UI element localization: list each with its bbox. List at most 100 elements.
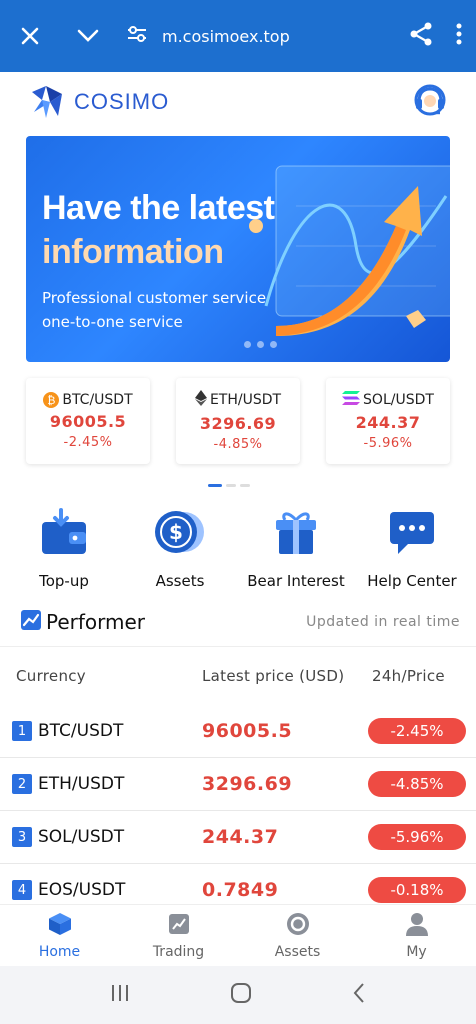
chat-bubble-icon (382, 502, 442, 562)
chevron-down-icon[interactable] (72, 20, 104, 52)
url-text[interactable]: m.cosimoex.top (162, 27, 290, 46)
action-assets[interactable]: $ Assets (122, 502, 238, 598)
banner-dot[interactable] (270, 341, 277, 348)
table-row[interactable]: 2 ETH/USDT 3296.69 -4.85% (0, 758, 476, 811)
action-label: Bear Interest (247, 572, 345, 590)
quick-actions: Top-up $ Assets Bear Interest Help Cente… (0, 502, 476, 598)
ticker-pair: ETH/USDT (209, 392, 282, 408)
pager-active (208, 484, 222, 487)
ticker-card-btc[interactable]: ₿ BTC/USDT 96005.5 -2.45% (26, 378, 150, 464)
change-badge: -0.18% (368, 877, 466, 903)
change-badge: -2.45% (368, 718, 466, 744)
performer-section-header: Performer Updated in real time (20, 606, 460, 638)
ticker-change: -4.85% (213, 437, 263, 452)
nav-label: My (406, 943, 427, 960)
nav-label: Trading (152, 943, 205, 960)
pager-dot (226, 484, 236, 487)
recent-apps-icon[interactable] (109, 983, 131, 1007)
action-label: Assets (155, 572, 205, 590)
row-price: 3296.69 (202, 773, 293, 795)
ticker-pagination (208, 484, 250, 487)
gift-icon (266, 502, 326, 562)
action-top-up[interactable]: Top-up (6, 502, 122, 598)
table-header: Currency Latest price (USD) 24h/Price (0, 647, 476, 705)
nav-trading[interactable]: Trading (129, 912, 229, 960)
back-icon[interactable] (351, 982, 367, 1008)
action-label: Top-up (39, 572, 89, 590)
rank-badge: 3 (12, 827, 32, 847)
ticker-card-sol[interactable]: SOL/USDT 244.37 -5.96% (326, 378, 450, 464)
nav-label: Home (38, 943, 81, 960)
tune-icon[interactable] (126, 25, 148, 47)
table-row[interactable]: 3 SOL/USDT 244.37 -5.96% (0, 811, 476, 864)
ticker-cards: ₿ BTC/USDT 96005.5 -2.45% ETH/USDT 3296.… (26, 378, 450, 464)
ticker-change: -2.45% (63, 435, 113, 450)
col-currency: Currency (16, 667, 86, 685)
headset-icon[interactable] (410, 80, 450, 124)
banner-headline-line2: information (42, 233, 224, 271)
sol-icon (342, 391, 361, 409)
row-price: 96005.5 (202, 720, 293, 742)
banner-sub-line2: one-to-one service (42, 313, 183, 331)
rank-badge: 2 (12, 774, 32, 794)
table-row[interactable]: 1 BTC/USDT 96005.5 -2.45% (0, 705, 476, 758)
ticker-price: 3296.69 (199, 414, 277, 433)
banner-subtitle: Professional customer service one-to-one… (42, 286, 266, 334)
row-pair: ETH/USDT (38, 774, 125, 794)
ticker-pair: SOL/USDT (363, 392, 434, 408)
cosimo-logo-icon (32, 86, 62, 118)
rank-badge: 4 (12, 880, 32, 900)
change-badge: -4.85% (368, 771, 466, 797)
col-24h-price: 24h/Price (372, 667, 445, 685)
nav-home[interactable]: Home (10, 912, 110, 960)
banner-headline: Have the latest information (42, 186, 275, 274)
col-latest-price: Latest price (USD) (202, 667, 345, 685)
action-bear-interest[interactable]: Bear Interest (238, 502, 354, 598)
dollar-coin-icon: $ (150, 502, 210, 562)
app-header: COSIMO (0, 72, 476, 132)
ticker-pair: BTC/USDT (62, 392, 133, 408)
svg-text:$: $ (169, 520, 183, 544)
banner-dot[interactable] (257, 341, 264, 348)
more-vert-icon[interactable] (456, 23, 462, 49)
action-help-center[interactable]: Help Center (354, 502, 470, 598)
nav-assets[interactable]: Assets (248, 912, 348, 960)
performer-title: Performer (46, 610, 146, 634)
pager-dot (240, 484, 250, 487)
bottom-navigation: Home Trading Assets My (0, 904, 476, 966)
wallet-icon (34, 502, 94, 562)
performer-note: Updated in real time (306, 614, 460, 630)
cube-icon (48, 912, 72, 940)
btc-icon: ₿ (43, 392, 60, 408)
user-icon (405, 912, 429, 940)
share-icon[interactable] (408, 21, 434, 51)
promo-banner[interactable]: Have the latest information Professional… (26, 136, 450, 362)
chart-icon (167, 912, 191, 940)
row-pair: BTC/USDT (38, 721, 124, 741)
ticker-price: 96005.5 (49, 412, 127, 431)
nav-my[interactable]: My (367, 912, 467, 960)
coin-icon (285, 912, 311, 940)
ticker-price: 244.37 (355, 413, 421, 432)
rank-badge: 1 (12, 721, 32, 741)
action-label: Help Center (367, 572, 457, 590)
row-pair: EOS/USDT (38, 880, 126, 900)
row-price: 0.7849 (202, 879, 279, 901)
eth-icon (194, 390, 207, 410)
nav-label: Assets (274, 943, 321, 960)
ticker-change: -5.96% (363, 436, 413, 451)
browser-toolbar: m.cosimoex.top (0, 0, 476, 72)
row-price: 244.37 (202, 826, 279, 848)
logo-text: COSIMO (74, 89, 170, 114)
close-icon[interactable] (14, 20, 46, 52)
banner-pagination[interactable] (244, 341, 277, 348)
banner-dot[interactable] (244, 341, 251, 348)
logo[interactable]: COSIMO (28, 84, 169, 120)
ticker-card-eth[interactable]: ETH/USDT 3296.69 -4.85% (176, 378, 300, 464)
system-navigation-bar (0, 966, 476, 1024)
trend-chart-icon (20, 609, 42, 636)
home-button-icon[interactable] (230, 982, 252, 1008)
market-table: Currency Latest price (USD) 24h/Price 1B… (0, 646, 476, 917)
banner-sub-line1: Professional customer service (42, 289, 267, 307)
row-pair: SOL/USDT (38, 827, 125, 847)
